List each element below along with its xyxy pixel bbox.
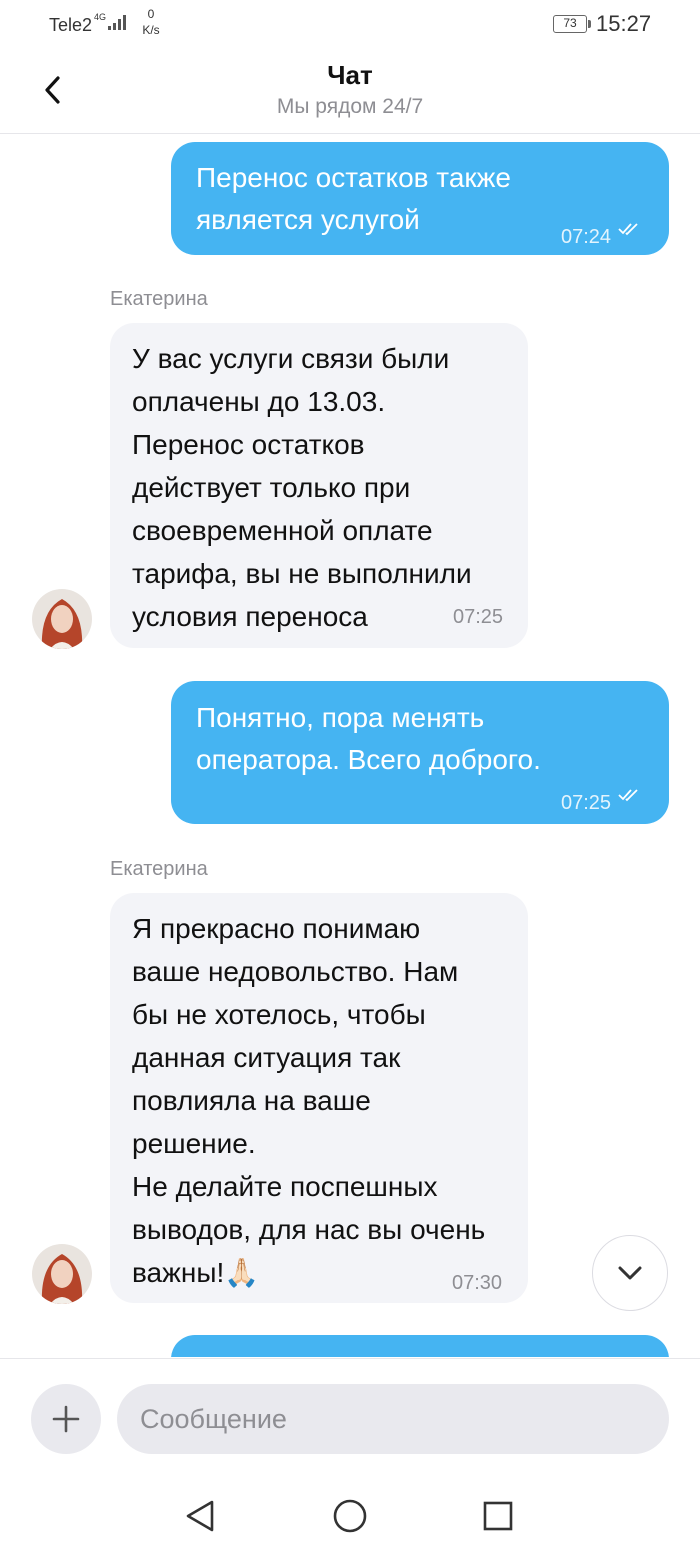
agent-avatar[interactable]	[32, 589, 92, 649]
speed-value: 0	[147, 7, 155, 21]
message-text: У вас услуги связи были оплачены до 13.0…	[132, 343, 472, 632]
page-subtitle: Мы рядом 24/7	[276, 95, 424, 118]
attach-button[interactable]	[31, 1384, 101, 1454]
outgoing-message[interactable]: Перенос остатков также является услугой …	[171, 142, 669, 255]
message-list[interactable]: Перенос остатков также является услугой …	[0, 135, 700, 1357]
status-time: 15:27	[596, 11, 652, 36]
circle-home-icon	[333, 1499, 367, 1533]
network-type: 4G	[94, 12, 107, 22]
battery-level: 73	[563, 16, 577, 30]
message-time: 07:25	[561, 792, 612, 814]
battery-icon: 73	[553, 15, 587, 33]
page-title: Чат	[327, 60, 373, 90]
sender-name: Екатерина	[110, 858, 208, 880]
carrier-name: Tele2	[49, 15, 93, 35]
message-input[interactable]	[117, 1384, 669, 1454]
sender-name: Екатерина	[110, 288, 208, 310]
message-text: Понятно, пора менять оператора. Всего до…	[196, 702, 541, 775]
incoming-message[interactable]: У вас услуги связи были оплачены до 13.0…	[110, 323, 528, 648]
incoming-message[interactable]: Я прекрасно понимаю ваше недовольство. Н…	[110, 893, 528, 1303]
chevron-down-icon	[618, 1266, 641, 1279]
status-bar: Tele2 4G 0 K/s 73 15:27	[0, 0, 700, 50]
network-speed: 0 K/s	[140, 6, 162, 38]
avatar-image-icon	[32, 1244, 92, 1304]
avatar-image-icon	[32, 589, 92, 649]
message-time: 07:24	[561, 226, 612, 248]
message-time: 07:25	[453, 606, 504, 628]
scroll-down-button[interactable]	[592, 1235, 668, 1311]
nav-home-button[interactable]	[330, 1496, 370, 1536]
message-text: Перенос остатков также является услугой	[196, 162, 511, 235]
outgoing-message-partial[interactable]	[171, 1335, 669, 1357]
square-recents-icon	[483, 1501, 513, 1531]
plus-icon	[52, 1405, 80, 1433]
system-navigation-bar	[0, 1476, 700, 1556]
speed-unit: K/s	[142, 23, 160, 37]
double-check-icon	[618, 223, 638, 236]
triangle-back-icon	[186, 1500, 214, 1532]
nav-recents-button[interactable]	[478, 1496, 518, 1536]
agent-avatar[interactable]	[32, 1244, 92, 1304]
signal-icon	[108, 15, 126, 30]
message-text: Я прекрасно понимаю ваше недовольство. Н…	[132, 913, 486, 1288]
battery-tip	[588, 20, 591, 28]
double-check-icon	[618, 789, 638, 802]
chat-header: Чат Мы рядом 24/7	[0, 50, 700, 134]
message-composer	[0, 1358, 700, 1476]
outgoing-message[interactable]: Понятно, пора менять оператора. Всего до…	[171, 681, 669, 824]
message-time: 07:30	[452, 1272, 503, 1294]
nav-back-button[interactable]	[180, 1496, 220, 1536]
